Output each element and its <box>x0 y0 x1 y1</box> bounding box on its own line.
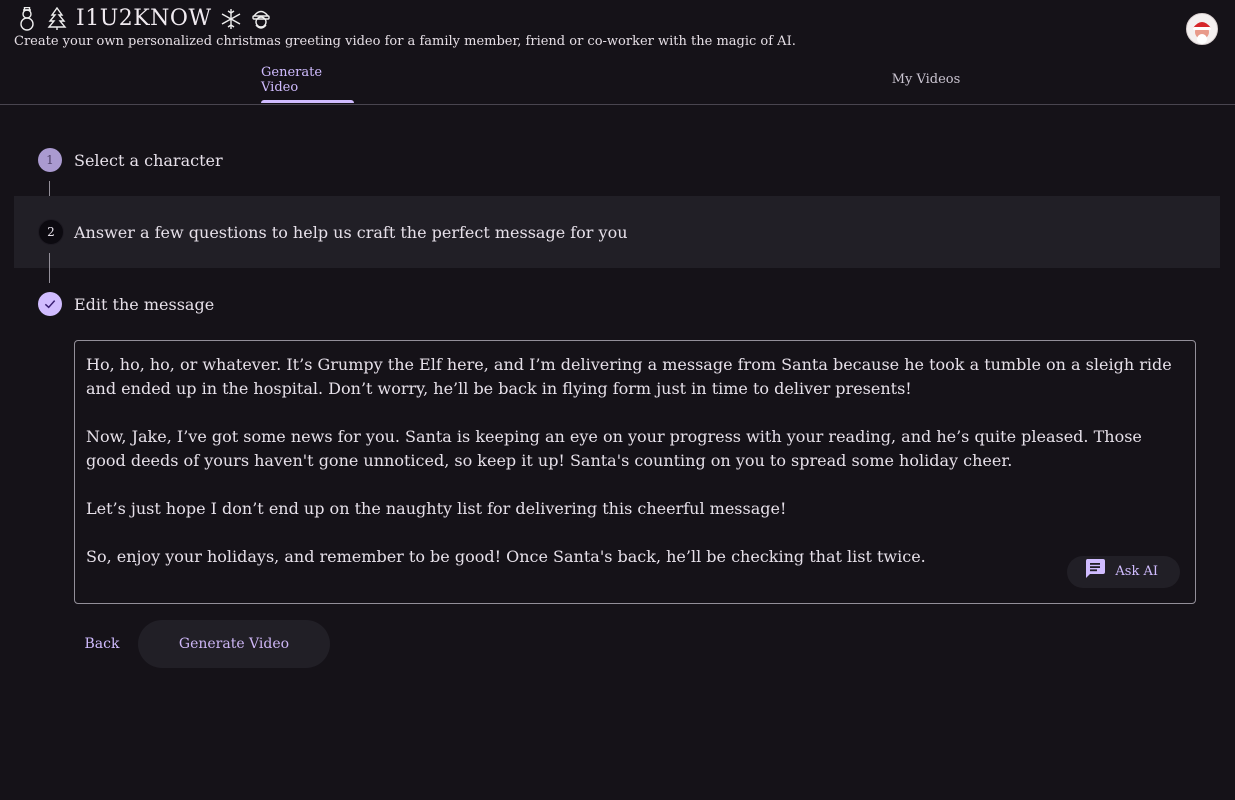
step-label: Select a character <box>74 150 223 170</box>
step-answer-questions[interactable]: 2 Answer a few questions to help us craf… <box>14 196 1220 268</box>
step-edit-message[interactable]: Edit the message <box>14 268 1220 340</box>
back-button[interactable]: Back <box>74 620 130 668</box>
step-select-character[interactable]: 1 Select a character <box>14 124 1220 196</box>
santa-icon <box>250 7 272 31</box>
christmas-tree-icon <box>46 6 68 31</box>
message-paragraph: Now, Jake, I’ve got some news for you. S… <box>86 427 1142 470</box>
app-root: I1U2KNOW Create your own personalized ch… <box>0 0 1235 800</box>
step-label: Edit the message <box>74 294 215 314</box>
header: I1U2KNOW Create your own personalized ch… <box>0 0 1235 56</box>
tab-bar: Generate Video My Videos <box>0 56 1235 105</box>
step-label: Answer a few questions to help us craft … <box>74 222 628 242</box>
tab-label: My Videos <box>891 72 961 87</box>
user-avatar[interactable] <box>1186 13 1218 45</box>
app-title: I1U2KNOW <box>76 6 212 31</box>
ask-ai-label: Ask AI <box>1115 564 1158 579</box>
message-paragraph: Ho, ho, ho, or whatever. It’s Grumpy the… <box>86 355 1172 398</box>
check-icon <box>38 292 62 316</box>
snowflake-icon <box>220 7 242 31</box>
ask-ai-button[interactable]: Ask AI <box>1067 556 1180 588</box>
tab-generate-video[interactable]: Generate Video <box>261 56 354 103</box>
message-paragraph: So, enjoy your holidays, and remember to… <box>86 547 926 566</box>
active-tab-indicator <box>261 100 354 103</box>
tab-my-videos[interactable]: My Videos <box>890 56 962 103</box>
snowman-icon <box>16 6 38 31</box>
chat-icon <box>1083 556 1107 589</box>
tagline: Create your own personalized christmas g… <box>14 34 796 49</box>
message-textarea[interactable]: Ho, ho, ho, or whatever. It’s Grumpy the… <box>74 340 1196 604</box>
step-number: 2 <box>38 219 64 245</box>
step-number: 1 <box>38 148 62 172</box>
generate-video-button[interactable]: Generate Video <box>138 620 330 668</box>
message-paragraph: Let’s just hope I don’t end up on the na… <box>86 499 787 518</box>
tab-label: Generate Video <box>261 64 323 95</box>
brand: I1U2KNOW <box>16 6 272 31</box>
